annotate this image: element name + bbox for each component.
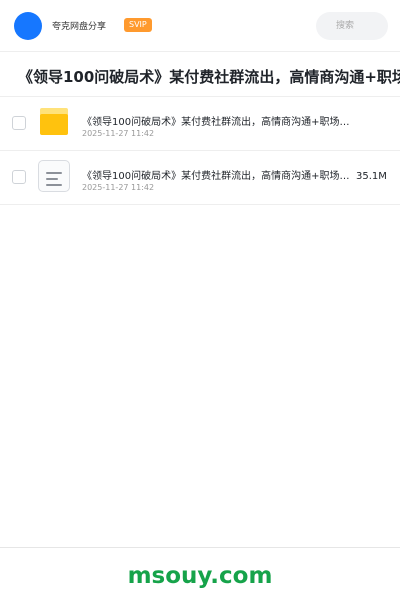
- document-icon: [38, 160, 70, 192]
- avatar[interactable]: [14, 12, 42, 40]
- file-date: 2025-11-27 11:42: [82, 129, 155, 138]
- svip-badge: SVIP: [124, 18, 152, 32]
- file-name[interactable]: 《领导100问破局术》某付费社群流出，高情商沟通+职场晋升: [82, 113, 350, 128]
- search-input[interactable]: [316, 12, 388, 40]
- watermark-text: msouy.com: [127, 563, 273, 589]
- file-name[interactable]: 《领导100问破局术》某付费社群流出，高情商沟通+职场晋升: [82, 167, 350, 182]
- file-date: 2025-11-27 11:42: [82, 183, 155, 192]
- share-title-bar: 《领导100问破局术》某付费社群流出，高情商沟通+职场晋升: [0, 52, 400, 97]
- footer: msouy.com: [0, 547, 400, 600]
- share-owner-name: 夸克网盘分享: [52, 22, 107, 32]
- list-item[interactable]: 《领导100问破局术》某付费社群流出，高情商沟通+职场晋升 2025-11-27…: [0, 151, 400, 205]
- share-header: 夸克网盘分享 SVIP: [0, 0, 400, 52]
- folder-icon: [40, 108, 68, 135]
- list-item[interactable]: 《领导100问破局术》某付费社群流出，高情商沟通+职场晋升 2025-11-27…: [0, 97, 400, 151]
- row-checkbox[interactable]: [12, 116, 26, 130]
- page-title: 《领导100问破局术》某付费社群流出，高情商沟通+职场晋升: [18, 68, 400, 86]
- file-size: 35.1M: [356, 171, 387, 182]
- row-checkbox[interactable]: [12, 170, 26, 184]
